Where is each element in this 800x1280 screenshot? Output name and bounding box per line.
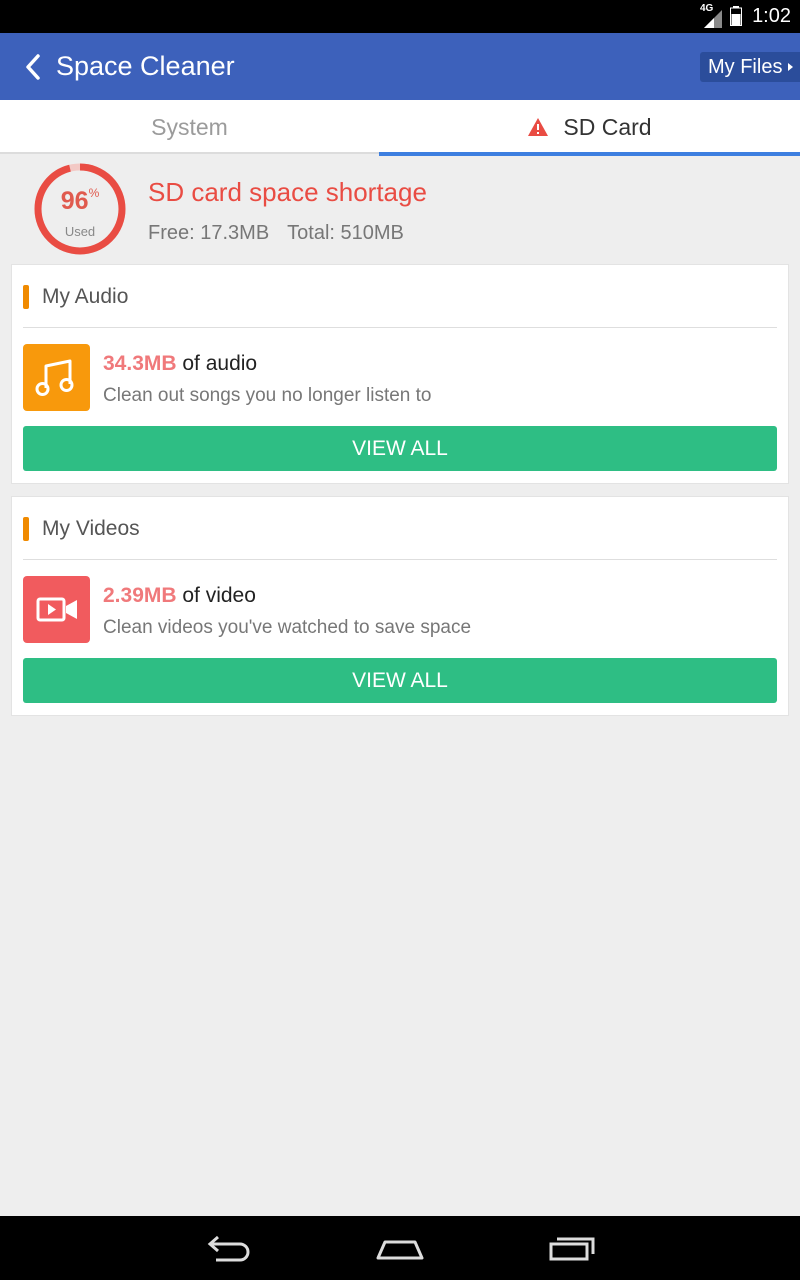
section-marker (23, 285, 29, 309)
usage-used-label: Used (64, 224, 96, 239)
status-bar: 4G 1:02 (0, 0, 800, 33)
caret-right-icon (788, 63, 793, 71)
audio-card-header: My Audio (23, 265, 777, 328)
back-arrow-icon[interactable] (22, 53, 46, 81)
signal-icon (704, 10, 722, 28)
storage-summary: 96% Used SD card space shortage Free: 17… (0, 156, 800, 264)
app-title: Space Cleaner (56, 51, 235, 81)
recent-apps-icon[interactable] (547, 1234, 597, 1262)
total-space: Total: 510MB (287, 222, 404, 244)
audio-summary-row: 34.3MB of audio Clean out songs you no l… (23, 328, 777, 426)
tab-system[interactable]: System (0, 100, 379, 154)
system-navigation-bar (0, 1216, 800, 1280)
back-nav-icon[interactable] (206, 1234, 254, 1262)
audio-amount: 34.3MB of audio (103, 352, 258, 375)
audio-description: Clean out songs you no longer listen to (103, 385, 432, 406)
video-view-all-button[interactable]: VIEW ALL (23, 658, 777, 703)
video-card: My Videos 2.39MB of video Clean videos y… (11, 496, 789, 716)
audio-card: My Audio 34.3MB of audio Clean out songs… (11, 264, 789, 484)
storage-stats: Free: 17.3MB Total: 510MB (148, 222, 404, 245)
video-amount: 2.39MB of video (103, 584, 256, 607)
my-files-button[interactable]: My Files (700, 52, 800, 82)
usage-ring: 96% Used (33, 162, 127, 256)
section-marker (23, 517, 29, 541)
usage-percent: 96% (60, 186, 100, 215)
tab-system-label: System (151, 114, 228, 140)
storage-warning-headline: SD card space shortage (148, 177, 427, 207)
tab-sd-card[interactable]: SD Card (379, 100, 800, 156)
music-note-icon (23, 344, 90, 411)
video-card-header: My Videos (23, 497, 777, 560)
tab-sd-card-label: SD Card (563, 114, 652, 140)
clock: 1:02 (752, 5, 791, 27)
home-nav-icon[interactable] (375, 1234, 425, 1262)
video-camera-icon (23, 576, 90, 643)
tab-bar: System SD Card (0, 100, 800, 156)
audio-card-title: My Audio (42, 285, 129, 308)
video-summary-row: 2.39MB of video Clean videos you've watc… (23, 560, 777, 658)
warning-icon (528, 118, 549, 136)
audio-view-all-button[interactable]: VIEW ALL (23, 426, 777, 471)
battery-icon (730, 6, 742, 26)
video-card-title: My Videos (42, 517, 140, 540)
app-bar: Space Cleaner My Files (0, 33, 800, 100)
video-description: Clean videos you've watched to save spac… (103, 617, 472, 638)
free-space: Free: 17.3MB (148, 222, 270, 244)
my-files-label: My Files (708, 56, 783, 78)
